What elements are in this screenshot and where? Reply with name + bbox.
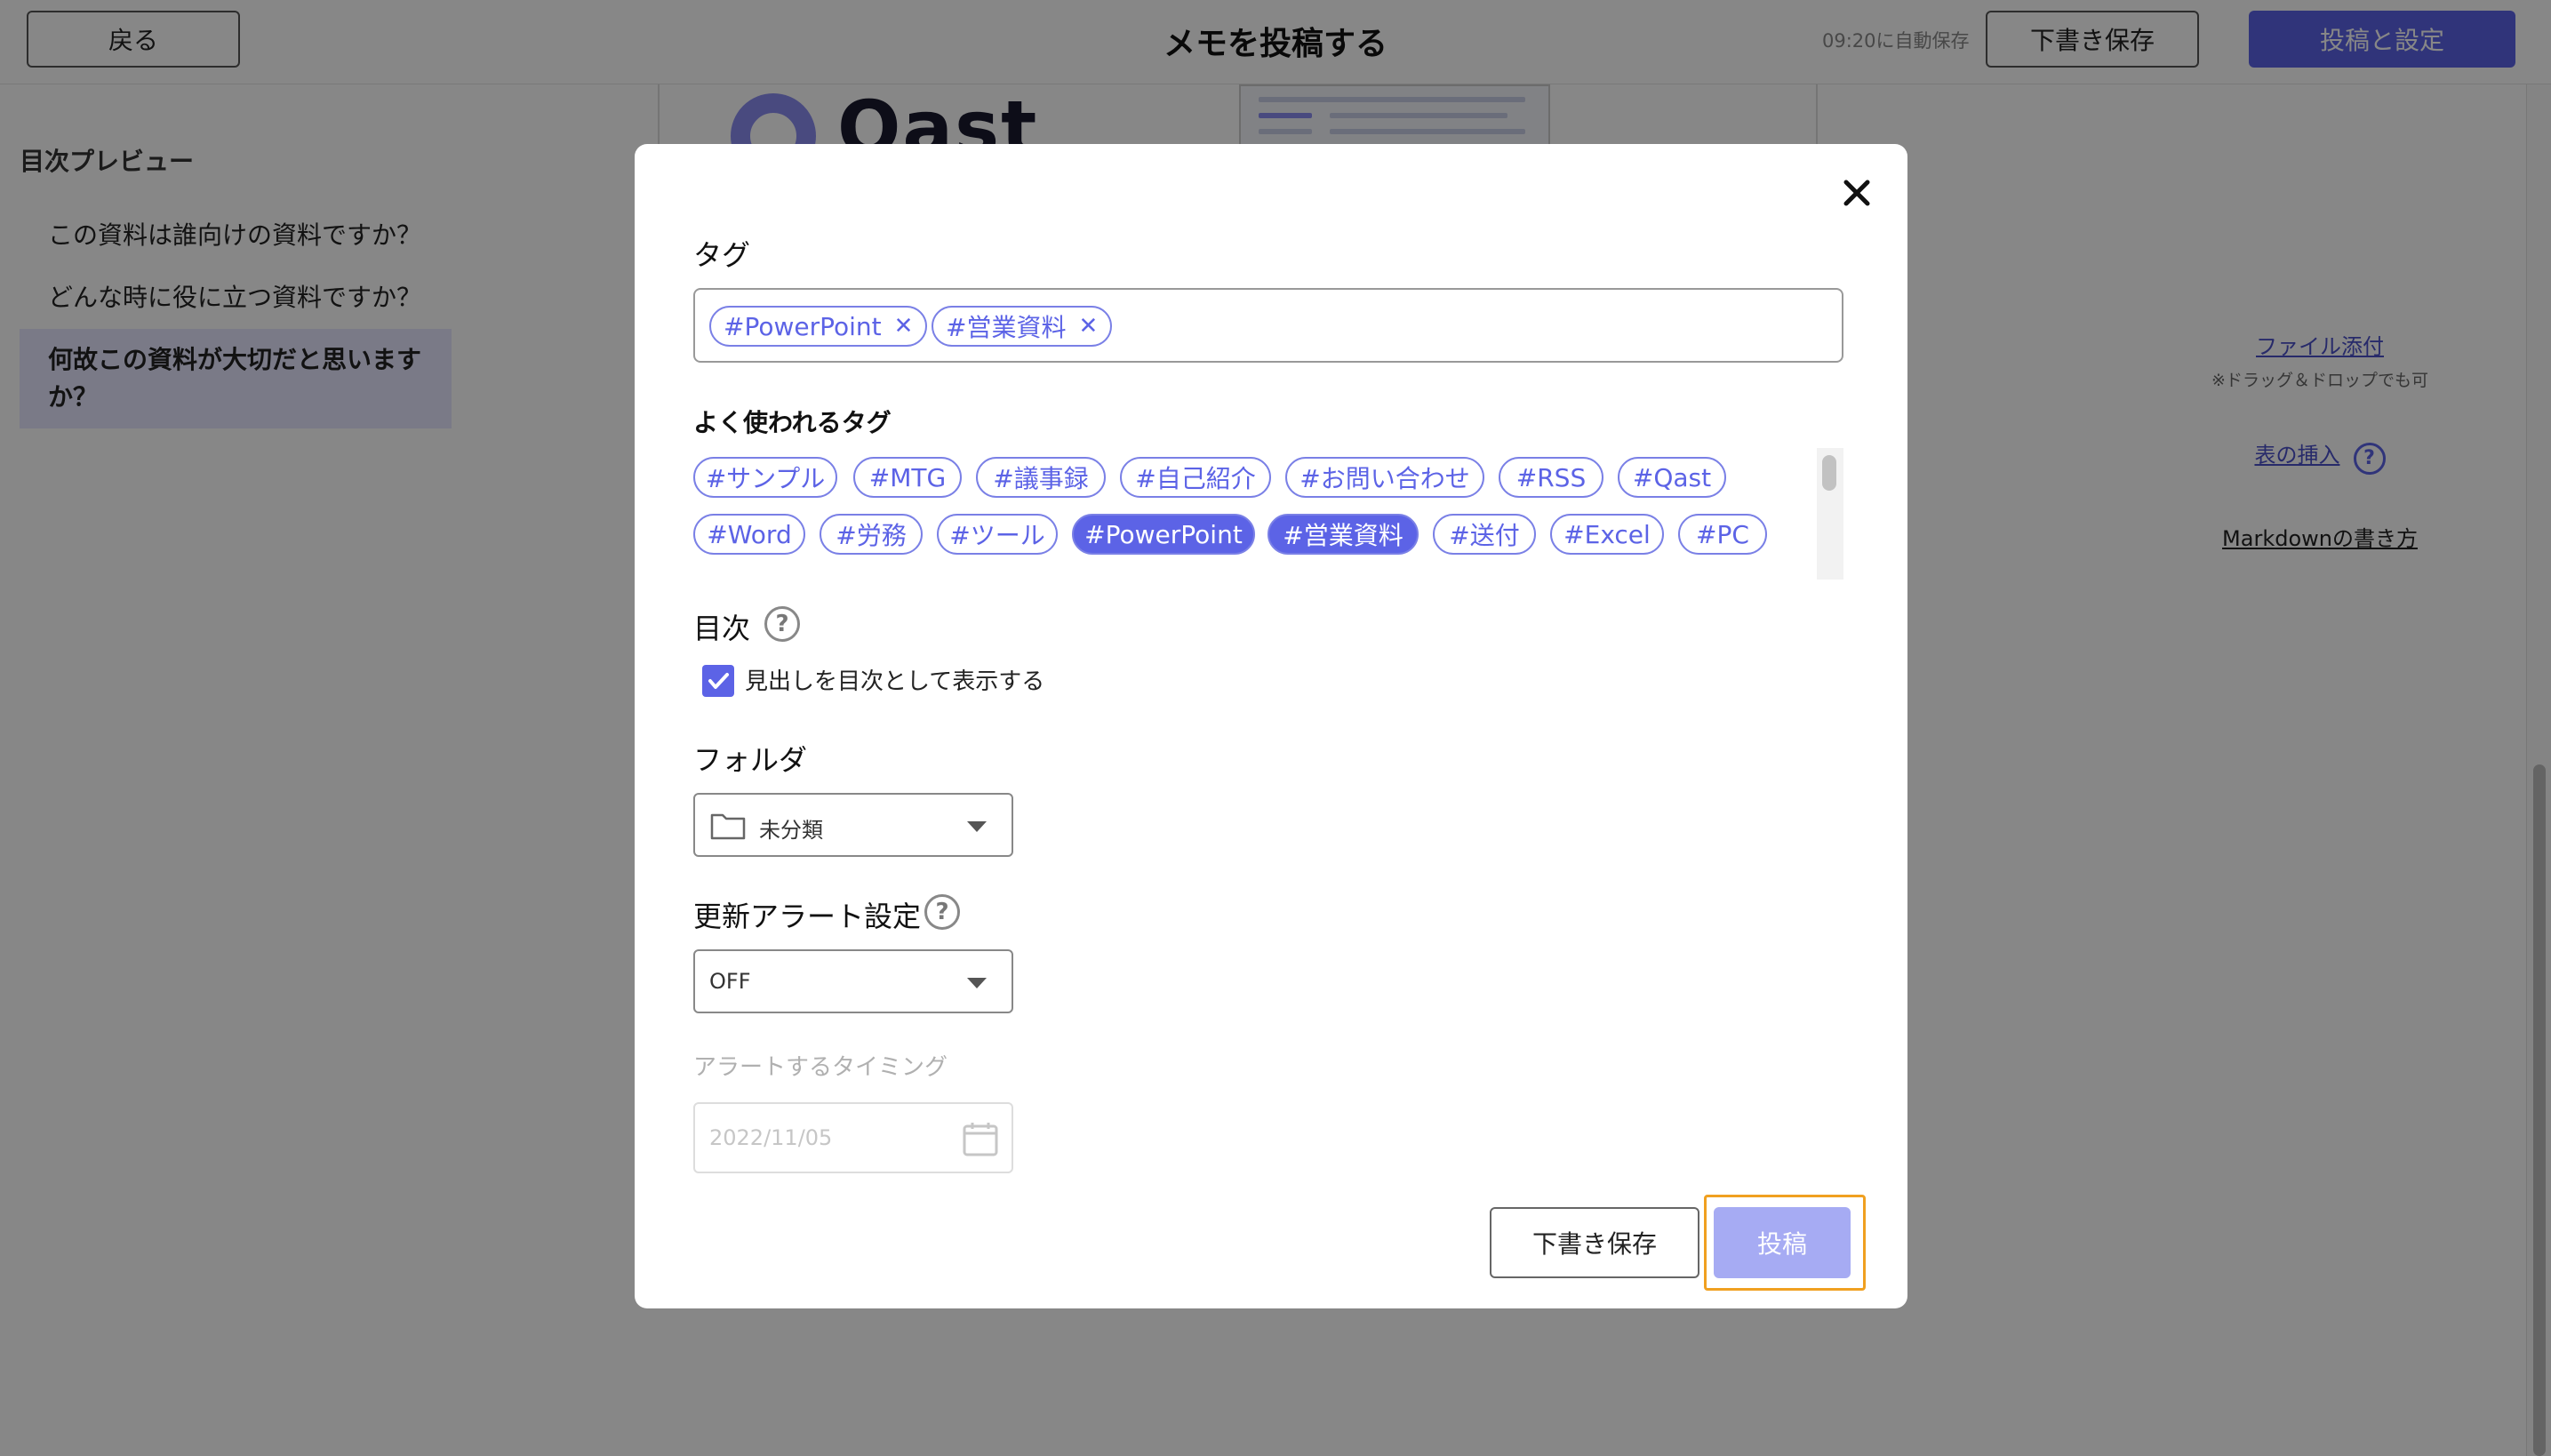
- alert-timing-label: アラートするタイミング: [693, 1054, 948, 1081]
- remove-tag-icon[interactable]: ✕: [894, 313, 914, 340]
- frequent-tag[interactable]: #Qast: [1618, 457, 1726, 498]
- frequent-tag[interactable]: #送付: [1433, 514, 1536, 555]
- frequent-tag[interactable]: #労務: [820, 514, 923, 555]
- frequent-tag[interactable]: #お問い合わせ: [1285, 457, 1484, 498]
- selected-tag-chip: #営業資料 ✕: [932, 306, 1113, 347]
- alert-select[interactable]: OFF: [693, 949, 1013, 1013]
- alert-select-value: OFF: [709, 969, 751, 994]
- frequent-tag[interactable]: #ツール: [937, 514, 1058, 555]
- alert-section-title: 更新アラート設定: [693, 900, 922, 933]
- frequent-tag[interactable]: #議事録: [976, 457, 1106, 498]
- folder-select-value: 未分類: [759, 818, 823, 843]
- frequent-tag[interactable]: #RSS: [1499, 457, 1603, 498]
- tag-chip-label: #PowerPoint: [724, 311, 882, 341]
- calendar-icon: [963, 1123, 998, 1156]
- frequent-tag[interactable]: #Excel: [1550, 514, 1664, 555]
- frequent-tag-selected[interactable]: #PowerPoint: [1072, 514, 1255, 555]
- frequent-tag[interactable]: #PC: [1678, 514, 1767, 555]
- folder-icon: [710, 813, 746, 840]
- frequent-tags-title: よく使われるタグ: [693, 408, 892, 437]
- post-button[interactable]: 投稿: [1714, 1207, 1851, 1278]
- folder-section-title: フォルダ: [693, 743, 808, 777]
- frequent-tag[interactable]: #サンプル: [693, 457, 837, 498]
- check-icon: [708, 673, 729, 689]
- post-settings-modal: タグ #PowerPoint ✕ #営業資料 ✕ よく使われるタグ #サンプル …: [635, 144, 1907, 1308]
- tags-section-title: タグ: [693, 238, 751, 272]
- tag-chip-label: #営業資料: [946, 313, 1067, 342]
- frequent-tags-scroll-thumb[interactable]: [1822, 455, 1836, 491]
- remove-tag-icon[interactable]: ✕: [1078, 313, 1098, 340]
- help-icon[interactable]: ?: [924, 894, 960, 930]
- frequent-tag[interactable]: #自己紹介: [1120, 457, 1271, 498]
- frequent-tag-selected[interactable]: #営業資料: [1268, 514, 1419, 555]
- close-icon[interactable]: [1835, 171, 1879, 215]
- frequent-tags-list: #サンプル #MTG #議事録 #自己紹介 #お問い合わせ #RSS #Qast…: [693, 448, 1843, 580]
- toc-checkbox[interactable]: [702, 665, 734, 697]
- toc-checkbox-label: 見出しを目次として表示する: [745, 668, 1045, 695]
- frequent-tag[interactable]: #Word: [693, 514, 805, 555]
- chevron-down-icon: [967, 978, 987, 988]
- chevron-down-icon: [967, 821, 987, 832]
- date-placeholder: 2022/11/05: [709, 1125, 833, 1150]
- tag-input[interactable]: #PowerPoint ✕ #営業資料 ✕: [693, 288, 1843, 363]
- folder-select[interactable]: 未分類: [693, 793, 1013, 857]
- frequent-tag[interactable]: #MTG: [853, 457, 962, 498]
- help-icon[interactable]: ?: [764, 606, 800, 642]
- alert-date-input: 2022/11/05: [693, 1102, 1013, 1173]
- save-draft-button[interactable]: 下書き保存: [1490, 1207, 1699, 1278]
- toc-section-title: 目次: [693, 612, 751, 645]
- selected-tag-chip: #PowerPoint ✕: [709, 306, 928, 347]
